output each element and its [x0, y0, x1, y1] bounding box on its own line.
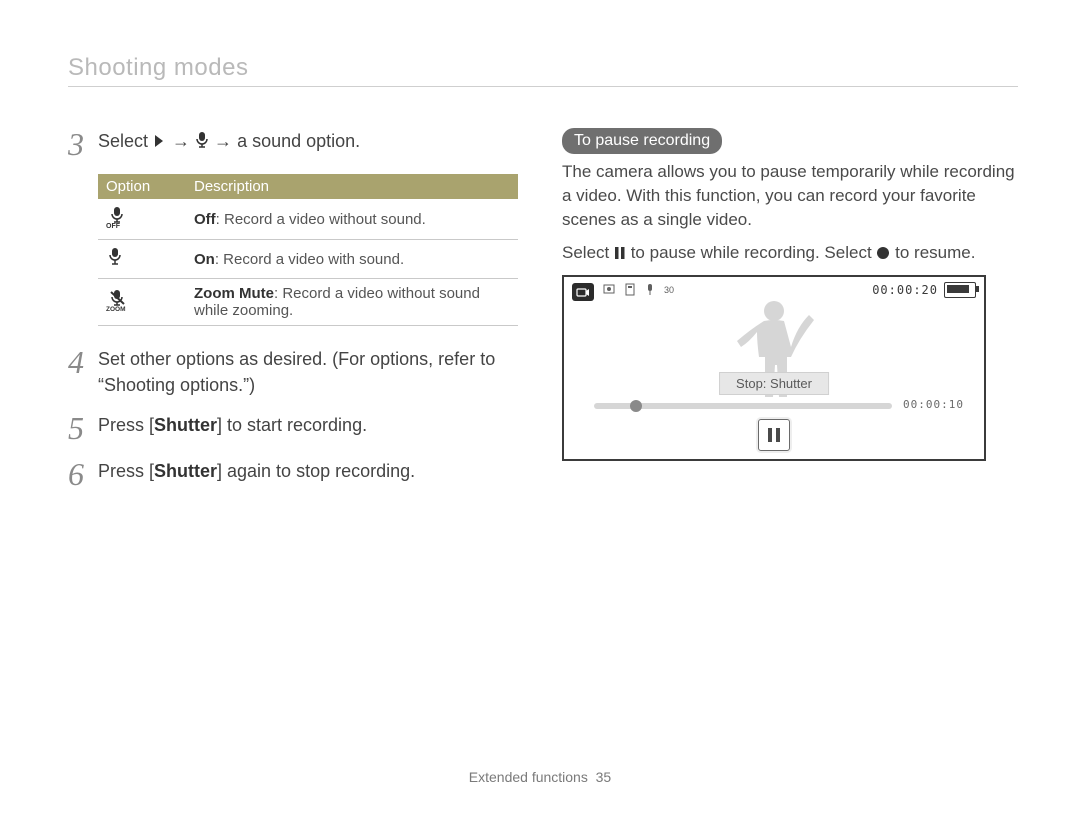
- callout-body: The camera allows you to pause temporari…: [562, 160, 1024, 231]
- footer-page: 35: [596, 769, 612, 785]
- text: ] to start recording.: [217, 415, 367, 435]
- step-number: 5: [68, 412, 98, 444]
- camera-screen-illustration: 30 00:00:20 Stop: Shutter 00:00:10: [562, 275, 986, 461]
- th-option: Option: [98, 174, 186, 199]
- text: →: [167, 131, 195, 151]
- th-description: Description: [186, 174, 518, 199]
- text-bold: Shutter: [154, 461, 217, 481]
- rec-timer: 00:00:20: [872, 283, 938, 297]
- battery-icon: [944, 282, 976, 298]
- text: Press [: [98, 415, 154, 435]
- step-text: Press [Shutter] again to stop recording.: [98, 458, 528, 484]
- mic-on-icon: [106, 255, 126, 272]
- record-dot-icon: [876, 243, 890, 262]
- opt-desc: : Record a video without sound.: [216, 211, 426, 228]
- left-column: 3 Select → → a sound option. Option Desc…: [68, 128, 528, 504]
- status-icon: [624, 282, 636, 299]
- cell-icon: OFF: [98, 199, 186, 240]
- progress-bar: [594, 403, 892, 409]
- status-icon: [602, 282, 616, 299]
- chevron-icon: [153, 131, 167, 151]
- text: ] again to stop recording.: [217, 461, 415, 481]
- svg-text:ZOOM: ZOOM: [106, 306, 126, 312]
- pause-button: [758, 419, 790, 451]
- text: to pause while recording. Select: [626, 243, 876, 262]
- page-title: Shooting modes: [68, 54, 1018, 87]
- text: to resume.: [890, 243, 975, 262]
- step-4: 4 Set other options as desired. (For opt…: [68, 346, 528, 398]
- pause-instruction: Select to pause while recording. Select …: [562, 241, 1024, 265]
- svg-text:OFF: OFF: [106, 223, 121, 229]
- opt-name: Zoom Mute: [194, 285, 274, 302]
- text: Press [: [98, 461, 154, 481]
- footer-section: Extended functions: [469, 769, 588, 785]
- opt-name: Off: [194, 211, 216, 228]
- status-icon: [644, 282, 656, 299]
- text: a sound option.: [237, 131, 360, 151]
- step-5: 5 Press [Shutter] to start recording.: [68, 412, 528, 444]
- cell-icon: [98, 240, 186, 279]
- text: →: [209, 131, 237, 151]
- step-number: 4: [68, 346, 98, 378]
- step-3: 3 Select → → a sound option.: [68, 128, 528, 160]
- table-row: OFF Off: Record a video without sound.: [98, 199, 518, 240]
- svg-text:30: 30: [664, 285, 674, 295]
- page-footer: Extended functions 35: [0, 769, 1080, 785]
- text: Select: [98, 131, 153, 151]
- mic-icon: [195, 131, 209, 151]
- table-row: ZOOM Zoom Mute: Record a video without s…: [98, 279, 518, 326]
- stop-label: Stop: Shutter: [719, 372, 829, 395]
- sound-options-table: Option Description OFF Off: Record a vid…: [98, 174, 518, 326]
- pause-icon: [614, 243, 626, 262]
- cell-icon: ZOOM: [98, 279, 186, 326]
- text-bold: Shutter: [154, 415, 217, 435]
- progress-knob: [630, 400, 642, 412]
- progress-timer: 00:00:10: [903, 398, 964, 411]
- mic-zoom-icon: ZOOM: [106, 299, 136, 316]
- right-column: To pause recording The camera allows you…: [562, 128, 1024, 461]
- cell-desc: Off: Record a video without sound.: [186, 199, 518, 240]
- opt-name: On: [194, 251, 215, 268]
- step-text: Press [Shutter] to start recording.: [98, 412, 528, 438]
- step-number: 3: [68, 128, 98, 160]
- step-number: 6: [68, 458, 98, 490]
- text: Select: [562, 243, 614, 262]
- opt-desc: : Record a video with sound.: [215, 251, 404, 268]
- top-status-icons: 30: [602, 282, 678, 299]
- table-row: On: Record a video with sound.: [98, 240, 518, 279]
- status-icon: 30: [664, 282, 678, 299]
- callout-title: To pause recording: [562, 128, 722, 154]
- mode-icon: [572, 283, 594, 301]
- step-text: Select → → a sound option.: [98, 128, 528, 154]
- cell-desc: Zoom Mute: Record a video without sound …: [186, 279, 518, 326]
- step-text: Set other options as desired. (For optio…: [98, 346, 528, 398]
- step-6: 6 Press [Shutter] again to stop recordin…: [68, 458, 528, 490]
- cell-desc: On: Record a video with sound.: [186, 240, 518, 279]
- mic-off-icon: OFF: [106, 216, 134, 233]
- manual-page: Shooting modes 3 Select → → a sound opti…: [0, 0, 1080, 815]
